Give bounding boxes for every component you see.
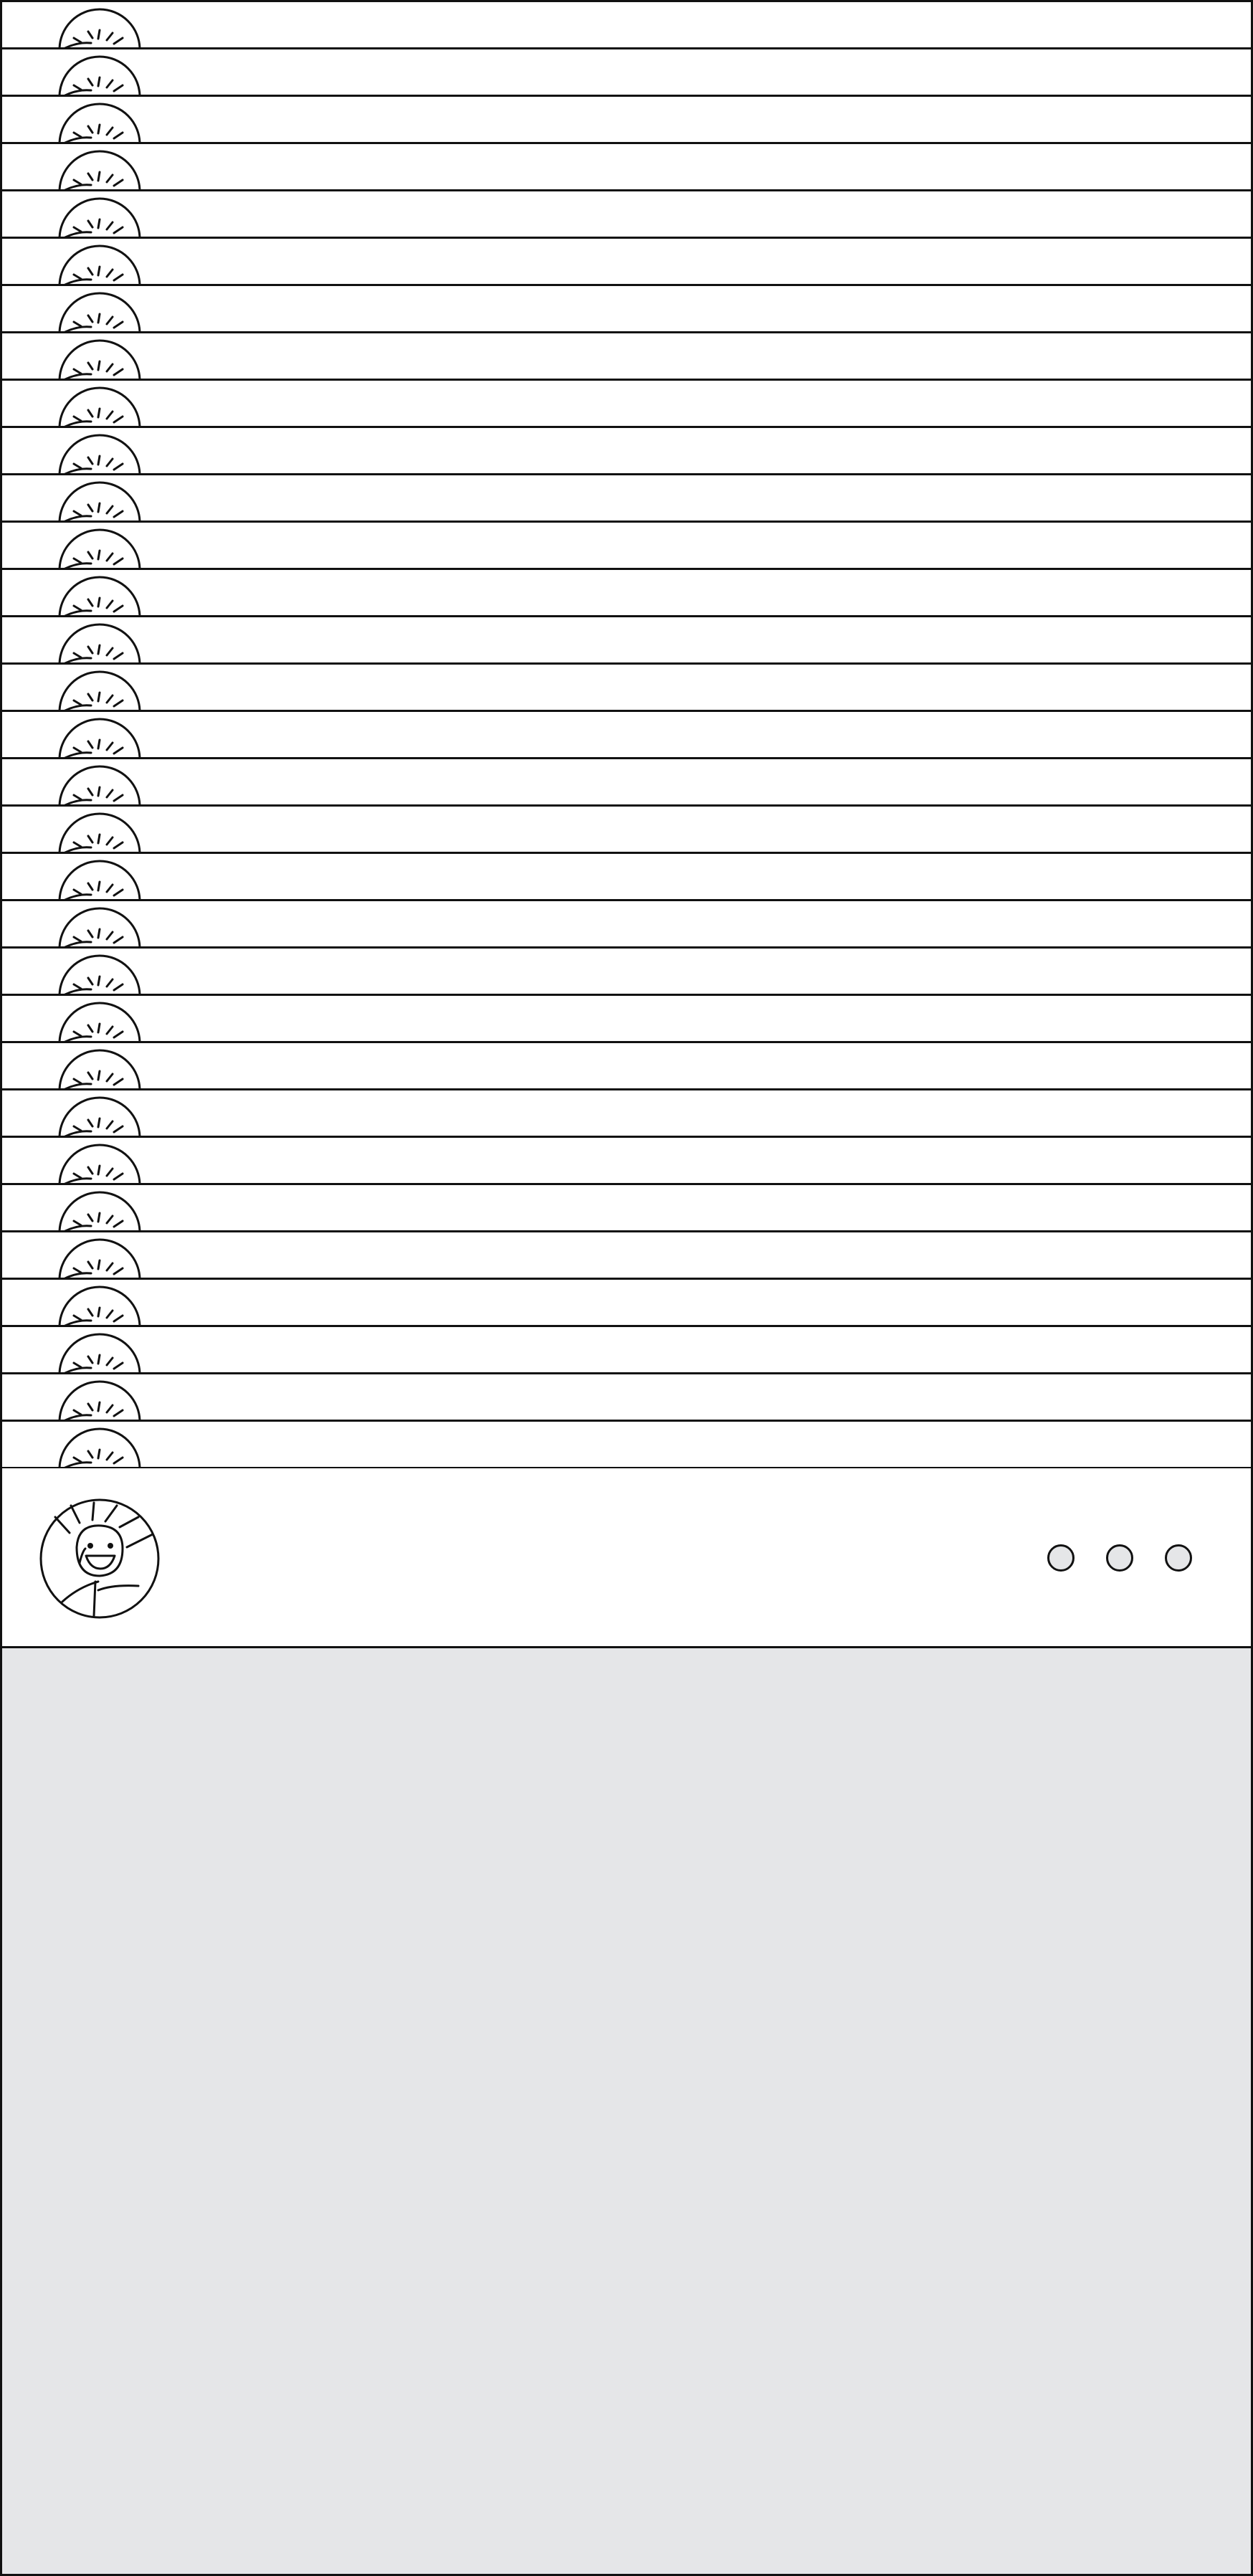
avatar-icon: [58, 434, 141, 473]
avatar-icon: [58, 244, 141, 284]
stacked-card[interactable]: [2, 2, 1251, 49]
avatar-icon: [58, 718, 141, 757]
avatar-icon: [58, 8, 141, 47]
avatar-icon: [58, 292, 141, 331]
avatar-icon: [58, 1002, 141, 1041]
stacked-card[interactable]: [2, 1138, 1251, 1185]
avatar-icon[interactable]: [38, 1497, 161, 1620]
stacked-card[interactable]: [2, 807, 1251, 854]
avatar-icon: [58, 860, 141, 899]
stacked-card[interactable]: [2, 475, 1251, 523]
stacked-card[interactable]: [2, 49, 1251, 97]
menu-dot: [1047, 1544, 1075, 1572]
stacked-card[interactable]: [2, 665, 1251, 712]
stacked-card[interactable]: [2, 759, 1251, 807]
stacked-card[interactable]: [2, 570, 1251, 617]
stacked-card[interactable]: [2, 901, 1251, 949]
more-options-button[interactable]: [1047, 1541, 1192, 1574]
menu-dot: [1106, 1544, 1133, 1572]
avatar-icon: [58, 765, 141, 804]
stacked-card[interactable]: [2, 949, 1251, 996]
menu-dot: [1165, 1544, 1192, 1572]
stacked-card[interactable]: [2, 1280, 1251, 1327]
stacked-card[interactable]: [2, 381, 1251, 428]
avatar-icon: [58, 623, 141, 662]
stacked-card[interactable]: [2, 1374, 1251, 1422]
avatar-icon: [58, 1427, 141, 1467]
stacked-card[interactable]: [2, 1043, 1251, 1090]
avatar-icon: [58, 1049, 141, 1088]
avatar-icon: [58, 1144, 141, 1183]
avatar-icon: [58, 103, 141, 142]
avatar-icon: [58, 1285, 141, 1325]
stacked-card[interactable]: [2, 1232, 1251, 1280]
avatar-icon: [58, 386, 141, 426]
content-area: [2, 1648, 1251, 2574]
avatar-icon: [58, 197, 141, 237]
stacked-card[interactable]: [2, 286, 1251, 333]
stacked-card[interactable]: [2, 712, 1251, 759]
avatar-icon: [58, 339, 141, 379]
avatar-icon: [58, 576, 141, 615]
stacked-card[interactable]: [2, 144, 1251, 191]
stacked-card[interactable]: [2, 523, 1251, 570]
profile-card: [2, 1468, 1251, 1648]
avatar-icon: [58, 1380, 141, 1420]
stacked-card[interactable]: [2, 996, 1251, 1043]
stacked-card[interactable]: [2, 191, 1251, 239]
avatar-icon: [58, 907, 141, 946]
stacked-card[interactable]: [2, 97, 1251, 144]
avatar-icon: [58, 1238, 141, 1278]
avatar-icon: [58, 1333, 141, 1372]
stacked-card[interactable]: [2, 1185, 1251, 1232]
stacked-card[interactable]: [2, 854, 1251, 901]
avatar-icon: [58, 812, 141, 852]
avatar-icon: [58, 1096, 141, 1136]
stacked-card[interactable]: [2, 239, 1251, 286]
stacked-card[interactable]: [2, 1327, 1251, 1374]
stacked-card[interactable]: [2, 1090, 1251, 1138]
stacked-card[interactable]: [2, 1422, 1251, 1469]
avatar-icon: [58, 55, 141, 95]
stacked-card[interactable]: [2, 617, 1251, 665]
avatar-icon: [58, 481, 141, 521]
avatar-icon: [58, 670, 141, 710]
stacked-card[interactable]: [2, 428, 1251, 475]
avatar-icon: [58, 528, 141, 568]
avatar-icon: [58, 954, 141, 994]
stacked-card[interactable]: [2, 333, 1251, 381]
app-window: [0, 0, 1253, 2576]
avatar-icon: [58, 150, 141, 189]
stacked-card-list: [2, 2, 1251, 1469]
avatar-icon: [58, 1191, 141, 1230]
